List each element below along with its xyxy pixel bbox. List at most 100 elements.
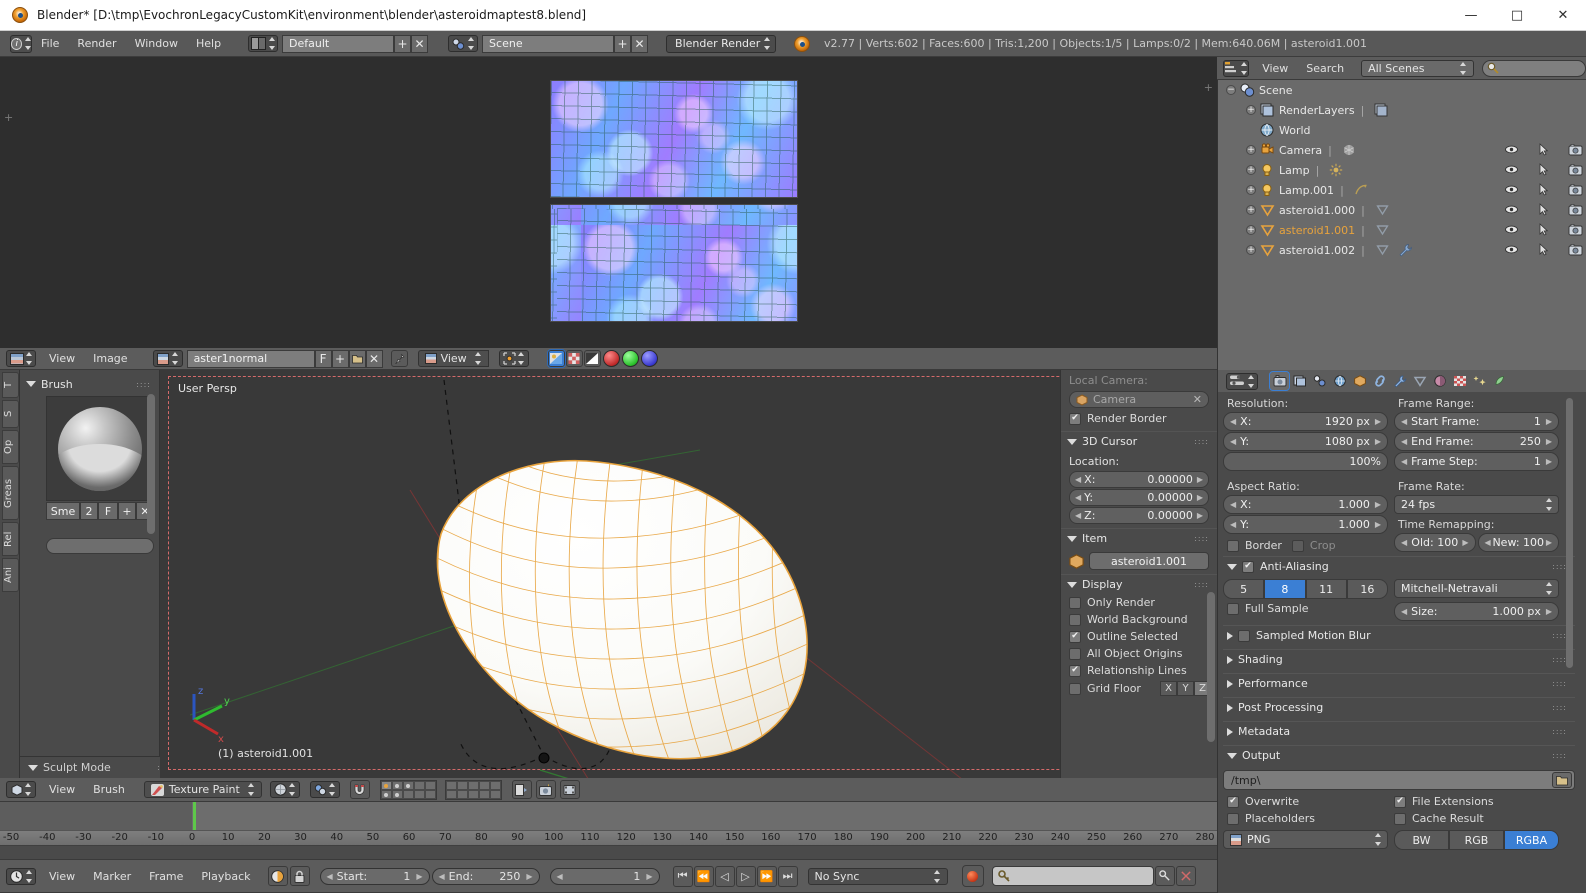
brush-users-count[interactable]: 2 [80,502,98,520]
cursor-arrow-icon[interactable] [1536,143,1551,157]
properties-physics-tab[interactable] [1490,372,1509,390]
time-remap-old-field[interactable]: ◀ Old: 100 ▶ [1394,533,1476,552]
close-button[interactable]: ✕ [1540,0,1586,31]
tool-tab-rel[interactable]: Rel [2,522,19,556]
viewport-editor-type-icon[interactable] [6,781,36,798]
eye-icon[interactable] [1504,243,1519,257]
sync-mode-select[interactable]: No Sync [807,867,948,885]
full-sample-row[interactable]: Full Sample [1223,602,1388,615]
screen-layout-icon[interactable] [248,35,279,52]
render-engine-select[interactable]: Blender Render [666,34,777,53]
cursor-section-header[interactable]: 3D Cursor :::: [1061,431,1217,451]
current-frame-field[interactable]: ◀ 1 ▶ [549,867,660,885]
menu-help[interactable]: Help [187,32,230,55]
resolution-x-field[interactable]: ◀ X: 1920 px ▶ [1223,412,1388,431]
eye-icon[interactable] [1504,183,1519,197]
properties-tab-bar[interactable] [1269,371,1510,391]
render-animation-icon[interactable] [559,780,580,799]
item-section-header[interactable]: Item :::: [1061,528,1217,548]
outline-selected-checkbox[interactable] [1069,630,1081,643]
renderlayer-data-icon[interactable] [1374,103,1389,117]
color-mode-rgba-button[interactable]: RGBA [1504,830,1559,850]
play-reverse-button[interactable]: ◁ [714,865,735,887]
play-button[interactable]: ▷ [735,865,756,887]
image-unlink-button[interactable]: ✕ [365,349,383,368]
properties-section-shading[interactable]: Shading:::: [1223,649,1575,669]
mesh-data-icon[interactable] [1375,223,1390,237]
tool-tab-t[interactable]: T [2,372,19,398]
properties-section-performance[interactable]: Performance:::: [1223,673,1575,693]
camera-render-icon[interactable] [1568,243,1583,257]
outliner-row-lamp[interactable]: + Lamp | [1218,160,1586,180]
display-relationship-lines-row[interactable]: Relationship Lines [1061,662,1217,679]
camera-render-icon[interactable] [1568,163,1583,177]
image-fake-user-button[interactable]: F [314,349,332,368]
outliner-expand-toggle[interactable]: − [1226,85,1236,95]
brush-panel-header[interactable]: Brush :::: [20,375,159,393]
maximize-button[interactable]: □ [1494,0,1540,31]
timeline-menu-playback[interactable]: Playback [192,865,259,888]
display-grid-floor-row[interactable]: Grid Floor X Y Z [1061,679,1217,696]
layer-grid-2[interactable] [444,779,502,800]
blue-channel-icon[interactable] [640,350,658,367]
layer-grid-1[interactable] [379,779,437,800]
item-name-row[interactable]: asteroid1.001 [1069,552,1209,570]
brush-slider[interactable] [46,538,154,554]
start-frame-prop-field[interactable]: ◀ Start Frame: 1 ▶ [1394,412,1559,431]
grid-axis-y-button[interactable]: Y [1177,681,1194,696]
image-menu-image[interactable]: Image [84,347,136,370]
full-sample-checkbox[interactable] [1227,602,1239,615]
frame-rate-select[interactable]: 24 fps [1394,495,1559,514]
copy-settings-icon[interactable] [511,780,532,799]
local-camera-field[interactable]: Camera ✕ [1069,391,1209,408]
mesh-data-icon[interactable] [1375,203,1390,217]
image-editor-type-icon[interactable] [6,350,36,367]
image-view-mode-selector[interactable]: View [417,350,489,367]
output-path-field[interactable]: /tmp\ [1223,770,1575,790]
tool-tab-ani[interactable]: Ani [2,558,19,592]
border-checkbox-row[interactable]: Border [1227,539,1282,552]
image-open-button[interactable] [348,349,366,368]
time-remap-new-field[interactable]: ◀ New: 100 ▶ [1477,533,1559,552]
cursor-arrow-icon[interactable] [1536,203,1551,217]
outliner-editor[interactable]: − Scene + RenderLayers | World + Camera | + Lamp | +… [1217,57,1586,370]
cursor-x-field[interactable]: ◀ X: 0.00000 ▶ [1069,471,1209,488]
overwrite-row[interactable]: Overwrite [1223,795,1388,808]
prev-keyframe-button[interactable]: ⏪ [693,865,714,887]
outliner-row-renderlayers[interactable]: + RenderLayers | [1218,100,1586,120]
brush-fake-user-button[interactable]: F [98,502,118,520]
viewport-shading-select[interactable] [269,781,300,798]
properties-constraints-tab[interactable] [1370,372,1389,390]
outliner-expand-toggle[interactable]: + [1246,225,1256,235]
camera-render-icon[interactable] [1568,203,1583,217]
lamp-data-icon[interactable] [1329,163,1344,177]
outliner-expand-toggle[interactable]: + [1246,185,1256,195]
outliner-row-camera[interactable]: + Camera | [1218,140,1586,160]
overwrite-checkbox[interactable] [1227,795,1239,808]
aspect-y-field[interactable]: ◀ Y: 1.000 ▶ [1223,515,1388,534]
image-datablock-selector[interactable]: aster1normal F + ✕ [147,349,383,368]
tool-tab-s[interactable]: S [2,400,19,428]
properties-material-tab[interactable] [1430,372,1449,390]
properties-section-metadata[interactable]: Metadata:::: [1223,721,1575,741]
viewport-menu-brush[interactable]: Brush [84,778,134,801]
pivot-point-select[interactable] [309,781,340,798]
image-pivot-selector[interactable] [498,350,529,367]
properties-data-tab[interactable] [1410,372,1429,390]
display-section-header[interactable]: Display :::: [1061,574,1217,594]
clear-local-camera-button[interactable]: ✕ [1193,393,1202,406]
end-frame-field[interactable]: ◀ End: 250 ▶ [431,867,540,885]
color-channel-icon[interactable] [546,349,566,368]
properties-renderlayers-tab[interactable] [1290,372,1309,390]
aa-sample-5-button[interactable]: 5 [1223,579,1265,599]
menu-file[interactable]: File [32,32,68,55]
outliner-row-lamp-001[interactable]: + Lamp.001 | [1218,180,1586,200]
cursor-y-field[interactable]: ◀ Y: 0.00000 ▶ [1069,489,1209,506]
image-datablock-icon[interactable] [152,350,183,367]
properties-world-tab[interactable] [1330,372,1349,390]
outliner-search-input[interactable] [1481,59,1586,77]
aa-filter-select[interactable]: Mitchell-Netravali [1394,579,1559,598]
resolution-y-field[interactable]: ◀ Y: 1080 px ▶ [1223,432,1388,451]
image-channel-buttons[interactable] [546,349,658,368]
end-frame-prop-field[interactable]: ◀ End Frame: 250 ▶ [1394,432,1559,451]
